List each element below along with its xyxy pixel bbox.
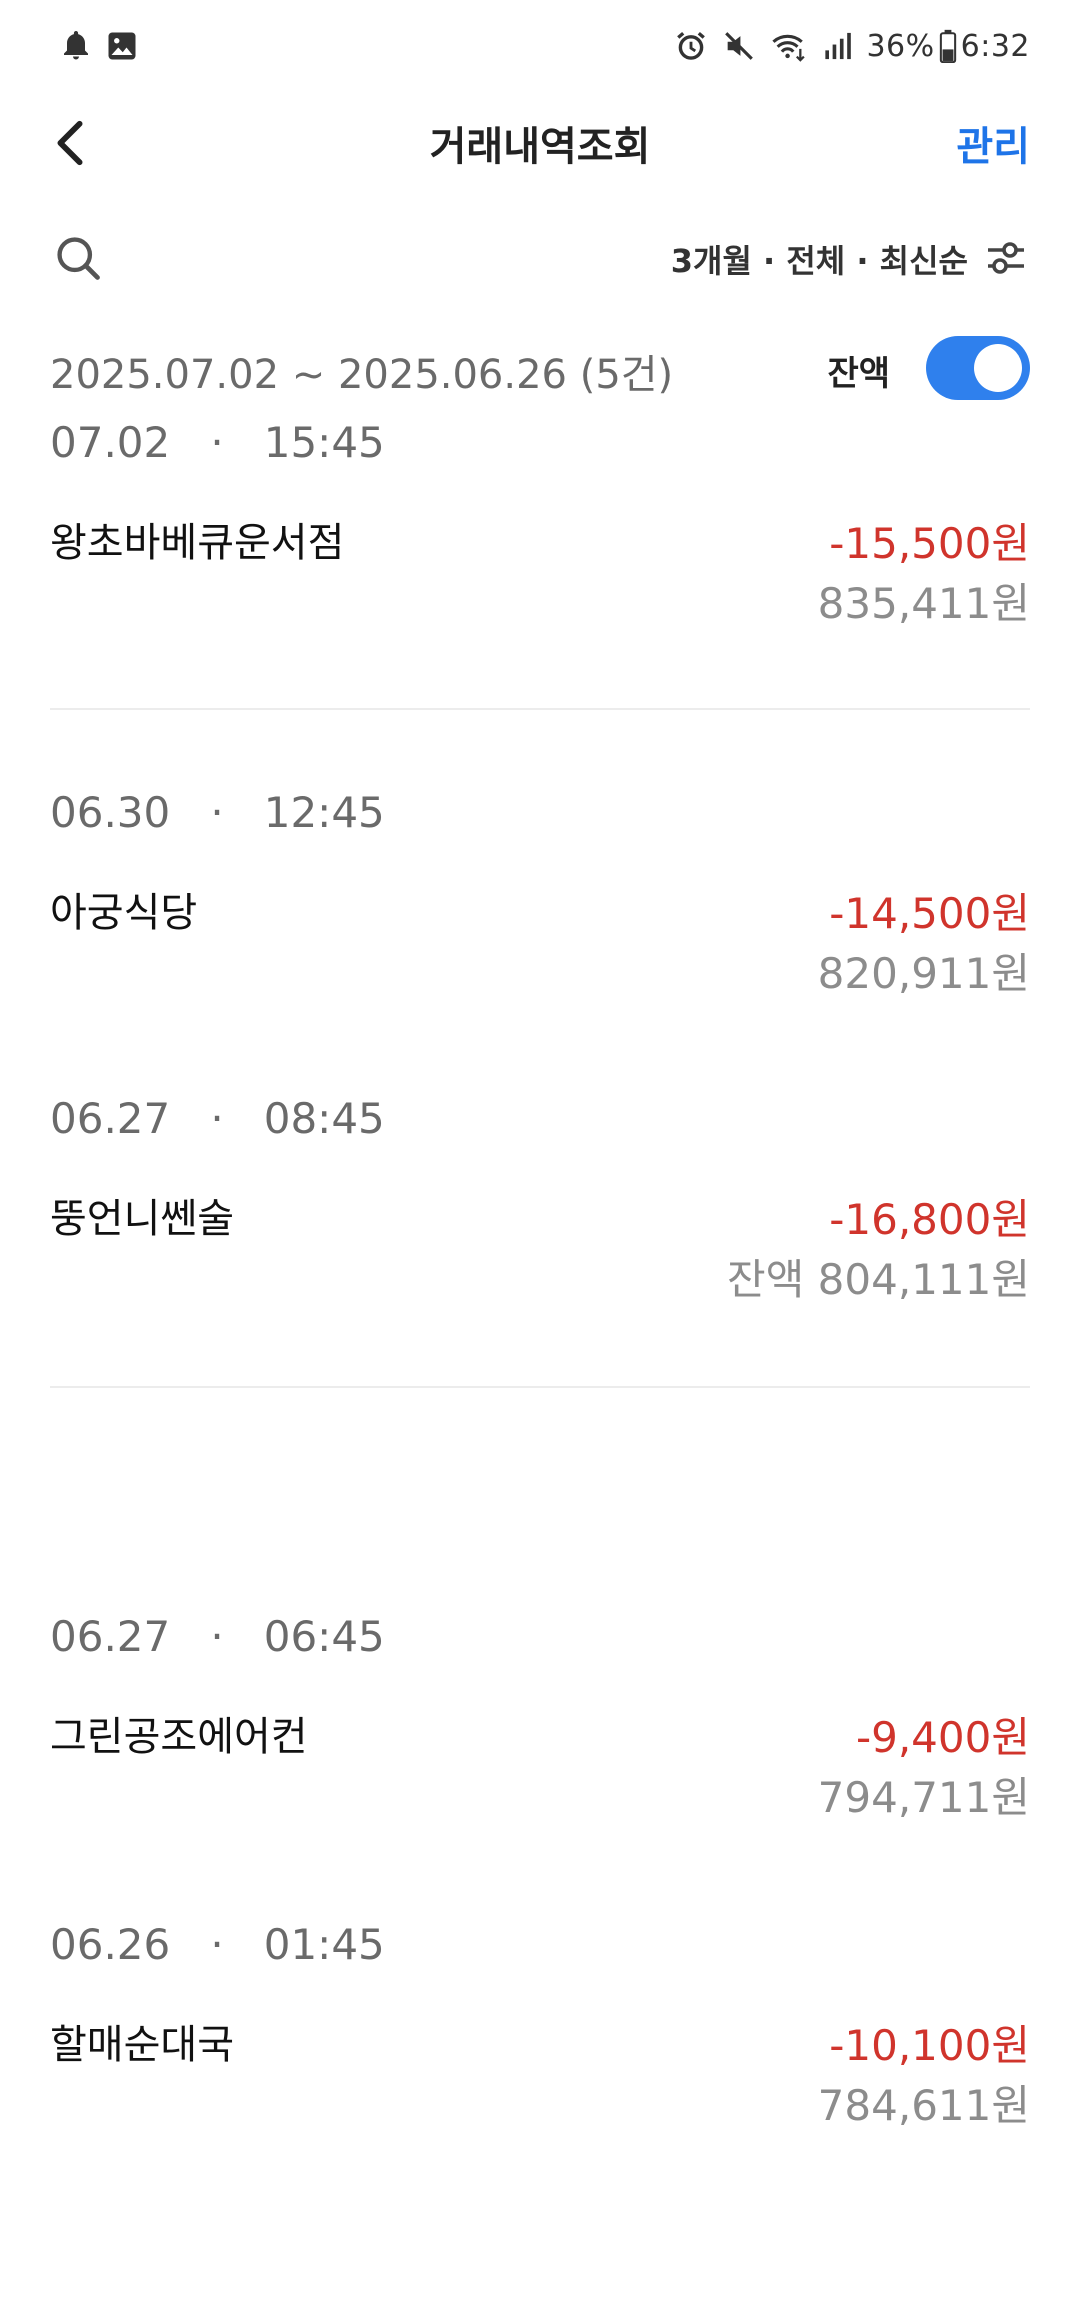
- clock: 6:32: [960, 28, 1030, 64]
- merchant-name: 할매순대국: [50, 2022, 234, 2068]
- filter-button[interactable]: [982, 234, 1030, 282]
- transaction-balance: 잔액 804,111원: [727, 1255, 1030, 1304]
- bell-icon: [58, 28, 94, 64]
- search-icon: [57, 237, 100, 280]
- mute-icon: [722, 29, 756, 63]
- toggle-knob: [974, 344, 1022, 392]
- page-title: 거래내역조회: [429, 124, 651, 170]
- transaction-datetime: 06.27 · 06:45: [50, 1612, 385, 1661]
- transaction-balance: 835,411원: [817, 579, 1030, 628]
- filter-settings-icon: [988, 242, 1024, 274]
- transaction-balance: 794,711원: [817, 1773, 1030, 1822]
- transaction-amount: -9,400원: [855, 1713, 1030, 1762]
- merchant-name: 그린공조에어컨: [50, 1714, 308, 1760]
- transaction-datetime: 06.26 · 01:45: [50, 1920, 385, 1969]
- divider: [50, 708, 1030, 710]
- balance-toggle[interactable]: [926, 336, 1030, 400]
- transaction-datetime: 06.30 · 12:45: [50, 788, 385, 837]
- status-right-group: 36% 6:32: [674, 26, 1030, 66]
- wifi-icon: [770, 29, 808, 63]
- search-button[interactable]: [52, 232, 104, 284]
- transaction-balance: 784,611원: [817, 2081, 1030, 2130]
- image-icon: [104, 28, 140, 64]
- transaction-amount: -15,500원: [829, 519, 1030, 568]
- date-range: 2025.07.02 ~ 2025.06.26 (5건): [50, 352, 674, 398]
- transaction-datetime: 06.27 · 08:45: [50, 1094, 385, 1143]
- manage-button[interactable]: 관리: [956, 114, 1030, 172]
- merchant-name: 아궁식당: [50, 890, 198, 936]
- transaction-amount: -10,100원: [829, 2021, 1030, 2070]
- transaction-datetime: 07.02 · 15:45: [50, 418, 385, 467]
- transaction-amount: -16,800원: [829, 1195, 1030, 1244]
- battery-icon: [939, 29, 957, 63]
- transaction-amount: -14,500원: [829, 889, 1030, 938]
- transaction-balance: 820,911원: [817, 949, 1030, 998]
- merchant-name: 왕초바베큐운서점: [50, 520, 345, 566]
- merchant-name: 뚱언니쎈술: [50, 1196, 234, 1242]
- alarm-icon: [674, 29, 708, 63]
- balance-toggle-label: 잔액: [827, 354, 890, 394]
- filter-summary[interactable]: 3개월 · 전체 · 최신순: [671, 236, 968, 282]
- divider: [50, 1386, 1030, 1388]
- signal-icon: [822, 30, 852, 62]
- battery-percent: 36%: [866, 28, 935, 64]
